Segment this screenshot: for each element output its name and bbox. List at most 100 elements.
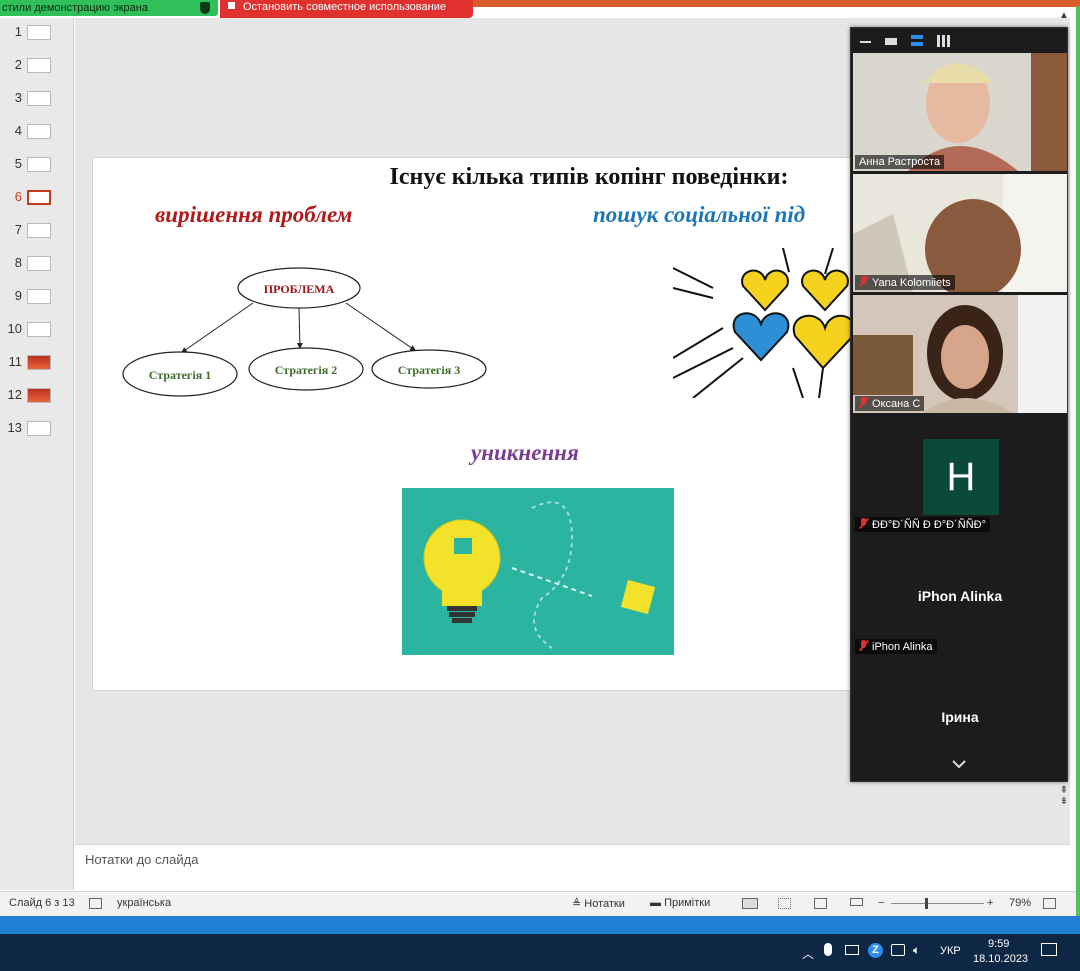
- slide-number: 2: [14, 57, 22, 72]
- cloud-sync-icon[interactable]: [891, 944, 905, 956]
- muted-mic-icon: [859, 397, 868, 408]
- comments-toggle[interactable]: ▬ Примітки: [650, 897, 710, 909]
- participant-name: ÐÐ°Ð´ÑÑ Ð Ð°Ð´ÑÑÐ°: [855, 517, 991, 532]
- zoom-slider-handle[interactable]: [925, 898, 928, 909]
- muted-mic-icon: [859, 640, 868, 651]
- zoom-tray-icon[interactable]: Z: [868, 943, 883, 958]
- strategy-3-label: Стратегія 3: [398, 363, 460, 377]
- arrow-3: [345, 302, 417, 352]
- muted-mic-icon: [859, 276, 868, 287]
- slide-number: 11: [8, 354, 23, 369]
- heading-social-support: пошук соціальної під: [593, 202, 806, 227]
- notes-toggle-label: Нотатки: [584, 898, 625, 910]
- participant-display-name: Ірина: [941, 709, 979, 725]
- slideshow-icon[interactable]: [850, 898, 863, 906]
- slide-thumbnail[interactable]: 4: [0, 119, 74, 145]
- zoom-slider-track[interactable]: [891, 903, 984, 904]
- scroll-up-icon[interactable]: ▲: [1057, 10, 1071, 21]
- slide-preview: [27, 25, 51, 40]
- windows-taskbar: ︿ Z 🔈︎ УКР 9:59 18.10.2023: [0, 934, 1080, 971]
- slide-thumbnail-active[interactable]: 6: [0, 185, 74, 211]
- participant-display-name: iPhon Alinka: [917, 588, 1003, 604]
- participant-name-text: iPhon Alinka: [872, 641, 933, 653]
- slide-thumbnail[interactable]: 2: [0, 53, 74, 79]
- notes-toggle[interactable]: ≜ Нотатки: [572, 897, 625, 910]
- accessibility-icon[interactable]: [89, 898, 102, 909]
- heading-problem-solving: вирішення проблем: [155, 202, 353, 227]
- slide-thumbnail[interactable]: 7: [0, 218, 74, 244]
- slide-thumbnail[interactable]: 9: [0, 284, 74, 310]
- slide-title: Існує кілька типів копінг поведінки:: [389, 164, 789, 190]
- participant-video-tile[interactable]: Yana Kolomiiets: [853, 174, 1067, 292]
- slide-number: 6: [14, 189, 22, 204]
- slide-thumbnail[interactable]: 11: [0, 350, 74, 376]
- zoom-in-button[interactable]: +: [987, 897, 993, 909]
- slide-thumbnail[interactable]: 8: [0, 251, 74, 277]
- notes-pane[interactable]: Нотатки до слайда: [75, 844, 1070, 890]
- slide-thumbnail[interactable]: 3: [0, 86, 74, 112]
- slide-preview: [27, 58, 51, 73]
- arrow-1: [180, 302, 254, 354]
- slide-preview: [27, 421, 51, 436]
- participant-name-text: Yana Kolomiiets: [872, 277, 951, 289]
- slide-preview: [27, 322, 51, 337]
- participant-tile[interactable]: H ÐÐ°Ð´ÑÑ Ð Ð°Ð´ÑÑÐ°: [853, 417, 1067, 535]
- slide-number: 13: [7, 420, 22, 435]
- slide-thumbnail[interactable]: 13: [0, 416, 74, 442]
- slide-preview: [27, 157, 51, 172]
- prev-slide-icon[interactable]: ⇞: [1057, 785, 1071, 796]
- minimize-icon[interactable]: [860, 41, 871, 43]
- microphone-icon[interactable]: [824, 943, 832, 956]
- volume-icon[interactable]: 🔈︎: [913, 943, 920, 958]
- chevron-down-icon[interactable]: [952, 758, 966, 772]
- notes-placeholder: Нотатки до слайда: [85, 852, 199, 867]
- slide-preview: [27, 190, 51, 205]
- window-bottom-strip: [0, 916, 1080, 934]
- slide-number: 9: [14, 288, 22, 303]
- grid-view-icon[interactable]: [937, 35, 950, 47]
- muted-mic-icon: [859, 518, 868, 529]
- strategy-2-label: Стратегія 2: [275, 363, 337, 377]
- slide-preview: [27, 289, 51, 304]
- slide-thumbnail-panel: 1 2 3 4 5 6 7 8 9 10 11 12 13: [0, 18, 74, 890]
- participant-video-tile[interactable]: Оксана С: [853, 295, 1067, 413]
- participant-name: Оксана С: [855, 396, 925, 411]
- single-view-icon[interactable]: [885, 38, 897, 45]
- participant-tile[interactable]: iPhon Alinka iPhon Alinka: [853, 538, 1067, 656]
- notifications-icon[interactable]: [1041, 943, 1057, 956]
- strategy-diagram: ПРОБЛЕМА Стратегія 1 Стратегія 2 Стратег…: [122, 267, 487, 397]
- next-slide-icon[interactable]: ⇟: [1057, 796, 1071, 807]
- heading-avoidance: уникнення: [471, 440, 579, 465]
- strip-view-icon[interactable]: [911, 35, 923, 46]
- slide-sorter-icon[interactable]: [778, 898, 791, 909]
- zoom-level[interactable]: 79%: [1009, 897, 1031, 909]
- input-language[interactable]: УКР: [940, 945, 961, 957]
- network-icon[interactable]: [845, 945, 859, 955]
- normal-view-icon[interactable]: [742, 898, 758, 909]
- strategy-1-label: Стратегія 1: [149, 368, 211, 382]
- participant-name: iPhon Alinka: [855, 639, 937, 654]
- clock-date[interactable]: 18.10.2023: [973, 953, 1028, 965]
- problem-label: ПРОБЛЕМА: [264, 282, 335, 296]
- slide-canvas[interactable]: Існує кілька типів копінг поведінки: вир…: [92, 157, 852, 691]
- clock-time[interactable]: 9:59: [988, 938, 1009, 950]
- slide-thumbnail[interactable]: 5: [0, 152, 74, 178]
- slide-thumbnail[interactable]: 1: [0, 20, 74, 46]
- slide-preview: [27, 124, 51, 139]
- slide-number: 3: [14, 90, 22, 105]
- participant-video-tile[interactable]: Анна Растроста: [853, 53, 1067, 171]
- slide-number: 8: [14, 255, 22, 270]
- participant-name-text: Оксана С: [872, 398, 921, 410]
- puzzle-bulb-illustration: [402, 488, 674, 655]
- show-hidden-icons-icon[interactable]: ︿: [802, 945, 814, 962]
- zoom-out-button[interactable]: −: [878, 897, 884, 909]
- slide-thumbnail[interactable]: 10: [0, 317, 74, 343]
- participant-name: Yana Kolomiiets: [855, 275, 955, 290]
- slide-preview: [27, 355, 51, 370]
- slide-preview: [27, 388, 51, 403]
- language-indicator[interactable]: українська: [117, 897, 171, 909]
- fit-to-window-icon[interactable]: [1043, 898, 1056, 909]
- slide-preview: [27, 256, 51, 271]
- slide-thumbnail[interactable]: 12: [0, 383, 74, 409]
- reading-view-icon[interactable]: [814, 898, 827, 909]
